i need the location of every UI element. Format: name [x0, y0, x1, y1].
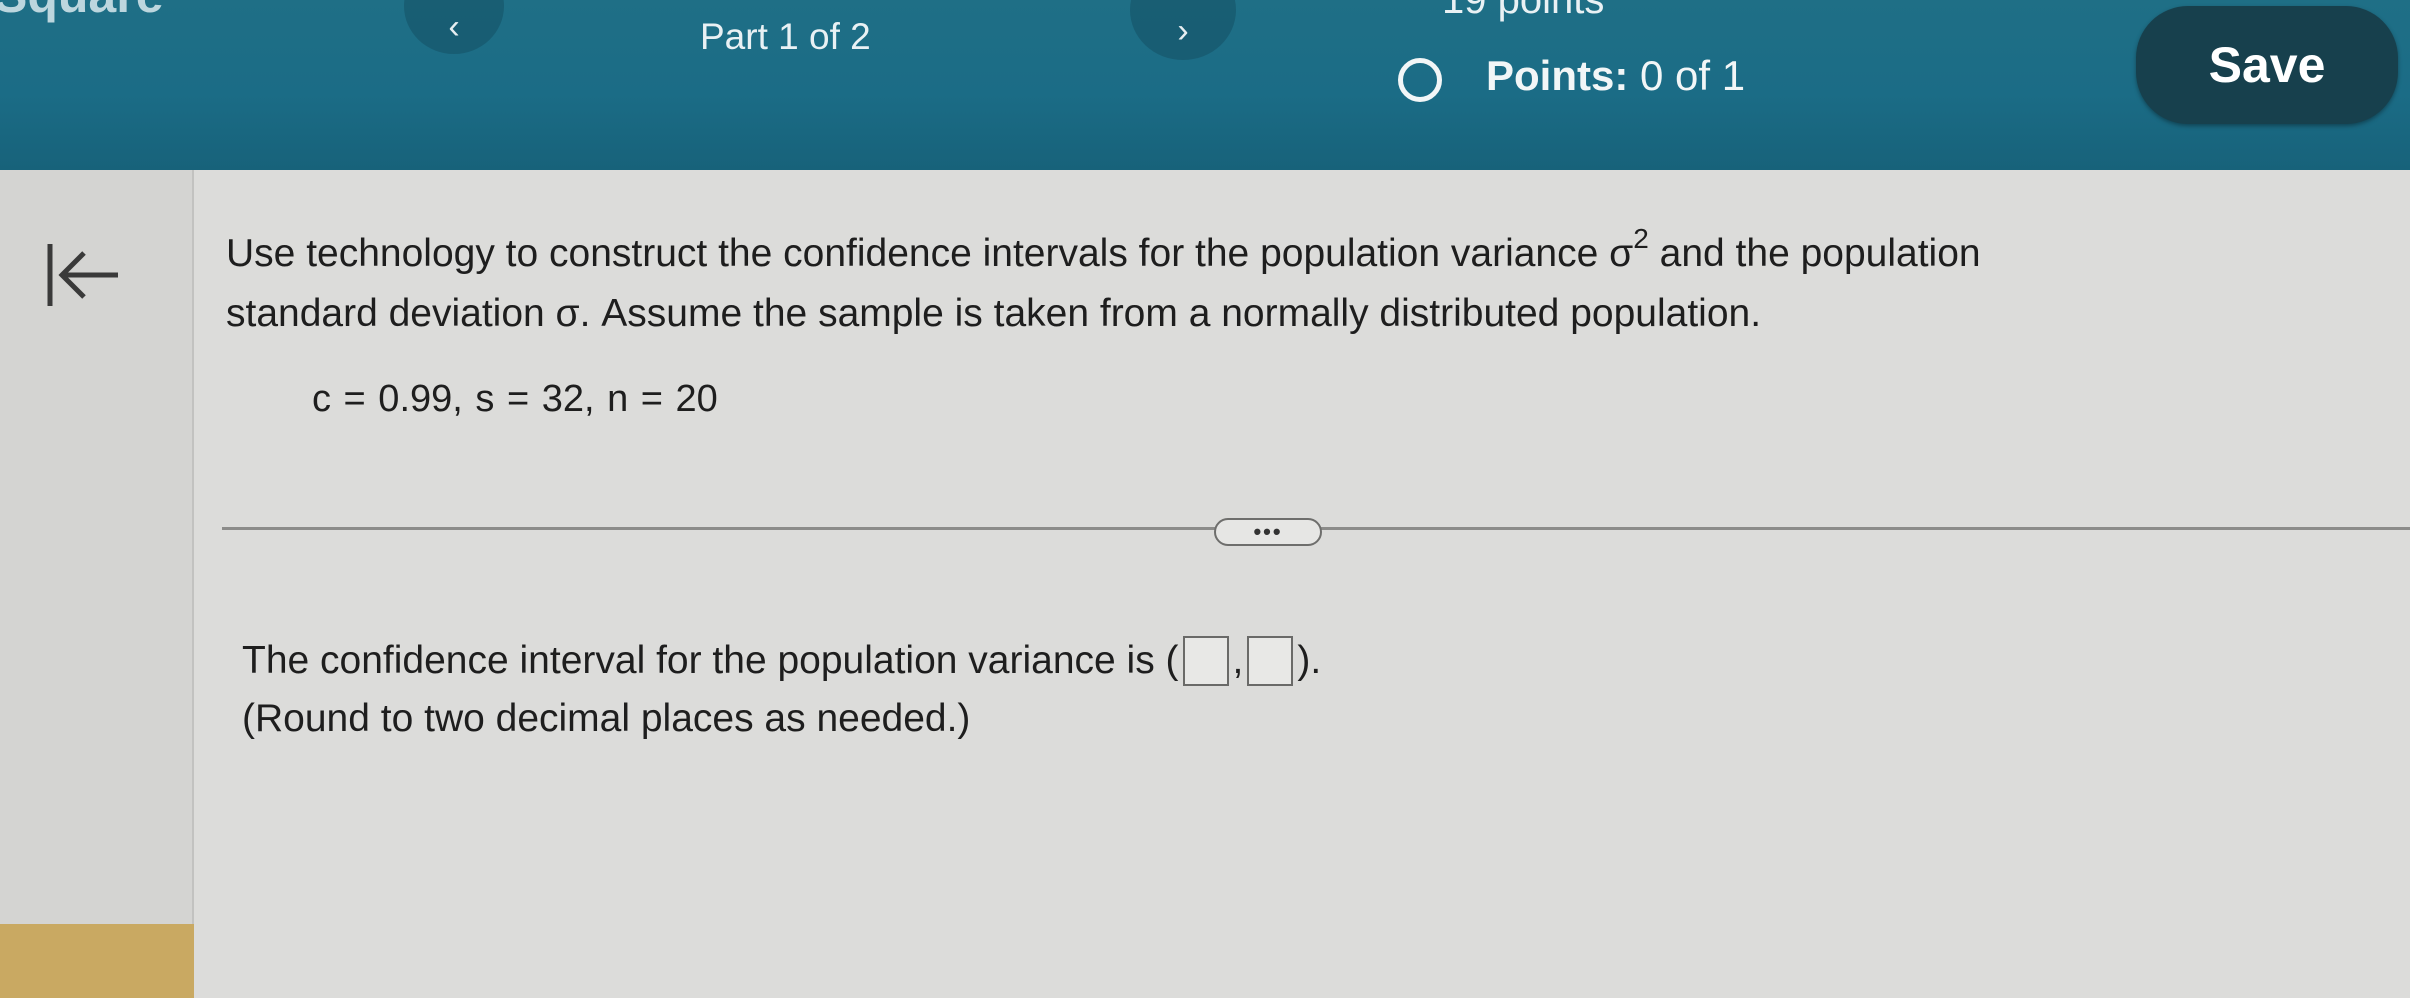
points-status: Points: 0 of 1 — [1486, 52, 1745, 100]
question-text: Use technology to construct the confiden… — [226, 224, 2326, 344]
points-label-text: Points: — [1486, 52, 1629, 99]
sidebar-footer — [0, 924, 194, 998]
header-bar: Square ‹ Part 1 of 2 › 19 points Points:… — [0, 0, 2410, 170]
answer-separator: , — [1232, 639, 1244, 682]
upper-bound-input[interactable] — [1247, 636, 1294, 686]
brand-text: Square — [0, 0, 164, 24]
points-value: 0 of 1 — [1640, 52, 1746, 99]
answer-closing: ). — [1297, 639, 1322, 682]
previous-question-button[interactable]: ‹ — [404, 0, 504, 54]
chevron-right-icon: › — [1177, 11, 1189, 50]
save-button[interactable]: Save — [2136, 6, 2398, 124]
question-line-2: standard deviation σ. Assume the sample … — [226, 292, 1762, 335]
lower-bound-input[interactable] — [1182, 636, 1229, 686]
status-circle-icon — [1398, 58, 1442, 102]
question-parameters: c = 0.99, s = 32, n = 20 — [312, 378, 718, 420]
question-points: 19 points — [1442, 0, 1605, 22]
show-more-button[interactable]: ••• — [1214, 518, 1322, 546]
chevron-left-icon: ‹ — [448, 7, 460, 46]
exponent: 2 — [1633, 223, 1649, 254]
next-question-button[interactable]: › — [1130, 0, 1236, 60]
collapse-left-icon[interactable] — [44, 236, 122, 314]
answer-line: The confidence interval for the populati… — [242, 632, 1321, 690]
rounding-hint: (Round to two decimal places as needed.) — [242, 697, 971, 740]
question-line-1: Use technology to construct the confiden… — [226, 223, 1981, 276]
part-label: Part 1 of 2 — [700, 16, 871, 57]
answer-prompt: The confidence interval for the populati… — [242, 639, 1179, 682]
answer-section: The confidence interval for the populati… — [242, 632, 1321, 748]
